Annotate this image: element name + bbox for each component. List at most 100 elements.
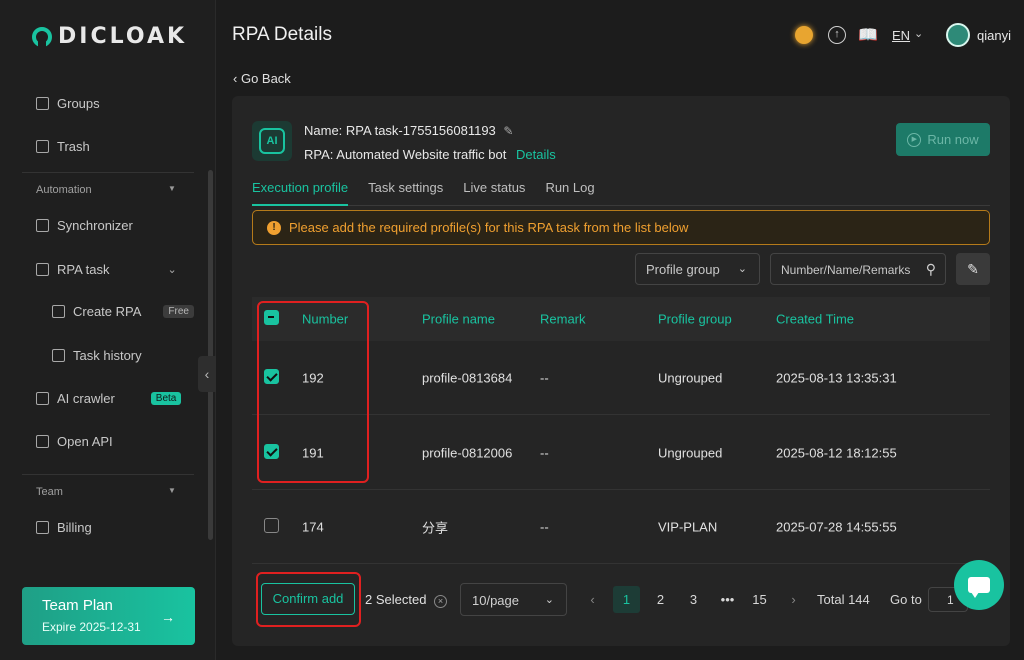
go-back-label: Go Back — [240, 71, 291, 86]
bug-icon — [36, 392, 49, 405]
beta-badge: Beta — [150, 392, 182, 405]
sidebar-item-label: Task history — [73, 348, 142, 363]
chevron-down-icon[interactable]: ▼ — [168, 486, 176, 495]
row-remark: -- — [540, 370, 549, 385]
page-3-button[interactable]: 3 — [680, 586, 707, 613]
divider — [22, 172, 194, 173]
run-now-button[interactable]: ▶ Run now — [896, 123, 990, 156]
warning-icon: ! — [267, 220, 281, 235]
tab-run-log[interactable]: Run Log — [545, 180, 594, 206]
avatar[interactable] — [946, 23, 970, 47]
upload-icon[interactable]: ↑ — [828, 26, 846, 44]
tab-execution-profile[interactable]: Execution profile — [252, 180, 349, 206]
brush-icon: ✎ — [967, 261, 979, 277]
row-profile-group: Ungrouped — [658, 445, 723, 460]
warning-alert: ! Please add the required profile(s) for… — [252, 210, 990, 245]
tab-task-settings[interactable]: Task settings — [368, 180, 443, 206]
row-created-time: 2025-08-12 18:12:55 — [776, 445, 897, 460]
tabs: Execution profile Task settings Live sta… — [252, 180, 990, 206]
goto-label: Go to — [890, 592, 922, 607]
row-profile-group: Ungrouped — [658, 370, 723, 385]
clear-selection-icon[interactable]: × — [434, 595, 448, 608]
sidebar-item-label: AI crawler — [57, 391, 115, 406]
page-15-button[interactable]: 15 — [746, 586, 773, 613]
coin-icon[interactable] — [795, 26, 813, 44]
sidebar-item-ai-crawler[interactable]: AI crawler Beta — [36, 391, 182, 406]
task-rpa-value: Automated Website traffic bot — [336, 147, 507, 162]
arrow-right-icon: → — [161, 609, 175, 625]
plan-title: Team Plan — [42, 597, 113, 614]
go-back-link[interactable]: ‹ Go Back — [233, 71, 291, 86]
divider — [22, 474, 194, 475]
column-remark[interactable]: Remark — [540, 312, 586, 327]
search-placeholder: Number/Name/Remarks — [781, 263, 911, 277]
chevron-down-icon[interactable]: ⌄ — [914, 27, 923, 40]
sidebar-scrollbar[interactable] — [208, 170, 213, 540]
row-number: 174 — [302, 519, 324, 534]
details-link[interactable]: Details — [516, 147, 556, 162]
robot-icon — [36, 263, 49, 276]
page-size-select[interactable]: 10/page ⌄ — [460, 583, 567, 616]
highlight-selected-rows — [257, 301, 369, 483]
checkbox-empty-icon — [264, 517, 279, 533]
profile-group-select[interactable]: Profile group ⌄ — [635, 253, 760, 285]
username[interactable]: qianyi — [977, 28, 1011, 43]
total-count: Total 144 — [817, 592, 870, 607]
row-checkbox[interactable] — [264, 517, 279, 536]
row-remark: -- — [540, 445, 549, 460]
sidebar-item-create-rpa[interactable]: Create RPA Free — [52, 304, 194, 319]
app-root: DICLOAK Groups Trash Automation ▼ Synchr… — [0, 0, 1024, 660]
page-2-button[interactable]: 2 — [647, 586, 674, 613]
store-icon — [52, 305, 65, 318]
chat-button[interactable] — [954, 560, 1004, 610]
selected-text: 2 Selected — [365, 592, 427, 607]
sidebar-item-label: Create RPA — [73, 304, 142, 319]
sidebar-item-rpa-task[interactable]: RPA task ⌄ — [36, 262, 177, 277]
run-now-label: Run now — [927, 132, 979, 147]
row-profile-name: 分享 — [422, 520, 449, 535]
logo-text: DICLOAK — [58, 24, 188, 49]
section-automation[interactable]: Automation — [36, 184, 92, 196]
tab-live-status[interactable]: Live status — [463, 180, 525, 206]
sidebar-item-synchronizer[interactable]: Synchronizer — [36, 218, 133, 233]
sidebar: DICLOAK Groups Trash Automation ▼ Synchr… — [0, 0, 216, 660]
sidebar-item-open-api[interactable]: Open API — [36, 434, 113, 449]
column-profile-group[interactable]: Profile group — [658, 312, 732, 327]
logo[interactable]: DICLOAK — [32, 24, 187, 49]
rpa-ai-icon: AI — [252, 121, 292, 161]
column-created-time[interactable]: Created Time — [776, 312, 854, 327]
chevron-down-icon[interactable]: ▼ — [168, 184, 176, 193]
sidebar-item-groups[interactable]: Groups — [36, 96, 100, 111]
task-rpa: RPA: Automated Website traffic bot Detai… — [304, 147, 556, 162]
sidebar-item-billing[interactable]: Billing — [36, 520, 92, 535]
selected-count: 2 Selected × — [365, 592, 448, 608]
free-badge: Free — [163, 305, 194, 318]
search-icon: ⚲ — [925, 261, 936, 277]
next-page-button[interactable]: › — [780, 586, 807, 613]
play-icon: ▶ — [907, 132, 922, 147]
language-selector[interactable]: EN — [892, 28, 910, 43]
team-plan-card[interactable]: Team Plan Expire 2025-12-31 → — [22, 587, 195, 645]
prev-page-button[interactable]: ‹ — [579, 586, 606, 613]
profile-group-placeholder: Profile group — [646, 262, 720, 277]
clear-filters-button[interactable]: ✎ — [956, 253, 990, 285]
column-profile-name[interactable]: Profile name — [422, 312, 495, 327]
row-profile-group: VIP-PLAN — [658, 519, 718, 534]
row-profile-name: profile-0813684 — [422, 370, 513, 385]
chevron-down-icon: ⌄ — [737, 263, 747, 275]
collapse-sidebar-button[interactable]: ‹ — [198, 356, 216, 392]
confirm-add-button[interactable]: Confirm add — [261, 583, 355, 615]
sidebar-item-trash[interactable]: Trash — [36, 139, 90, 154]
search-input[interactable]: Number/Name/Remarks ⚲ — [770, 253, 946, 285]
logo-icon — [32, 26, 52, 47]
page-ellipsis[interactable]: ••• — [714, 586, 741, 613]
doc-icon — [52, 349, 65, 362]
page-size-value: 10/page — [472, 593, 519, 608]
sidebar-item-task-history[interactable]: Task history — [52, 348, 142, 363]
table-row[interactable]: 174 分享 -- VIP-PLAN 2025-07-28 14:55:55 — [252, 490, 990, 564]
edit-icon[interactable]: ✎ — [503, 124, 513, 138]
book-icon[interactable]: 📖 — [858, 25, 878, 44]
row-created-time: 2025-07-28 14:55:55 — [776, 519, 897, 534]
page-1-button[interactable]: 1 — [613, 586, 640, 613]
section-team[interactable]: Team — [36, 486, 63, 498]
